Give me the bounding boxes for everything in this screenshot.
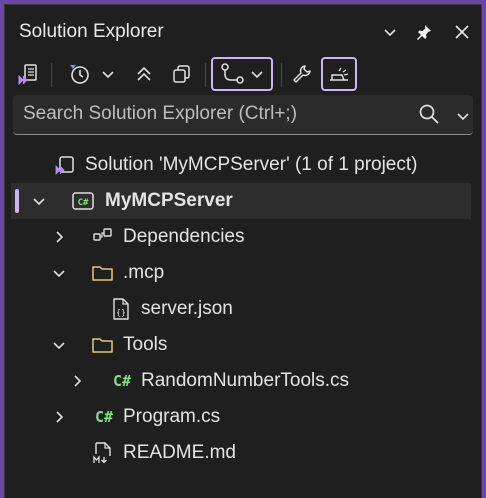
collapse-all-button[interactable] — [129, 57, 159, 91]
chevron-down-icon — [384, 29, 396, 37]
search-options-dropdown[interactable] — [451, 104, 475, 128]
preview-icon — [330, 67, 349, 81]
copy-files-icon — [173, 65, 190, 83]
toolbar-separator — [281, 63, 282, 87]
chevron-down-icon — [457, 113, 469, 121]
folder-open-icon — [91, 333, 115, 357]
toolbar-separator — [205, 63, 206, 87]
chevron-down-icon — [53, 270, 65, 278]
pending-changes-dropdown[interactable] — [97, 57, 119, 91]
switch-views-button[interactable] — [13, 57, 43, 91]
tree-item-random-number-tools[interactable]: C# RandomNumberTools.cs — [11, 363, 471, 399]
history-clock-icon — [70, 65, 89, 84]
csharp-project-icon: C# — [71, 189, 95, 213]
tree-item-label: MyMCPServer — [105, 190, 233, 211]
chevron-down-icon — [33, 198, 45, 206]
toolbar-separator — [51, 63, 52, 87]
panel-title: Solution Explorer — [19, 21, 164, 42]
expand-toggle[interactable] — [47, 261, 71, 285]
dependencies-icon — [91, 225, 115, 249]
chevron-down-icon — [53, 342, 65, 350]
tree-item-dependencies[interactable]: Dependencies — [11, 219, 471, 255]
tree-item-label: Dependencies — [123, 226, 245, 247]
tree-item-label: server.json — [141, 298, 233, 319]
collapse-all-icon — [137, 66, 151, 81]
toolbar — [5, 55, 481, 95]
pending-changes-filter-button[interactable] — [63, 57, 95, 91]
expand-toggle[interactable] — [27, 189, 51, 213]
svg-text:{}: {} — [116, 308, 126, 317]
wrench-icon — [293, 65, 311, 83]
tree-item-mcp-folder[interactable]: .mcp — [11, 255, 471, 291]
json-file-icon: {} — [109, 297, 133, 321]
expand-toggle[interactable] — [47, 405, 71, 429]
close-icon — [455, 25, 469, 39]
csharp-file-icon: C# — [94, 408, 114, 426]
search-button[interactable] — [417, 102, 443, 128]
tree-item-label: RandomNumberTools.cs — [141, 370, 350, 391]
search-box — [13, 95, 473, 135]
expand-toggle[interactable] — [47, 333, 71, 357]
tree-item-label: .mcp — [123, 262, 165, 283]
solution-icon — [53, 153, 77, 177]
show-all-files-button[interactable] — [167, 57, 197, 91]
svg-text:C#: C# — [78, 198, 89, 208]
tree-item-label: Program.cs — [123, 406, 221, 427]
expand-toggle[interactable] — [47, 225, 71, 249]
pin-button[interactable] — [411, 19, 437, 45]
tree-item-label: Tools — [123, 334, 168, 355]
chevron-right-icon — [74, 375, 82, 387]
search-input[interactable] — [13, 95, 403, 133]
tree-item-program-cs[interactable]: C# Program.cs — [11, 399, 471, 435]
chevron-right-icon — [56, 411, 64, 423]
chevron-down-icon — [102, 71, 114, 79]
tree-item-solution[interactable]: Solution 'MyMCPServer' (1 of 1 project) — [11, 147, 471, 183]
solution-explorer-panel: Solution Explorer Search Solution Explor… — [4, 4, 482, 498]
chevron-right-icon — [56, 231, 64, 243]
pin-icon — [417, 25, 431, 40]
csharp-file-icon: C# — [112, 372, 132, 390]
markdown-file-icon — [91, 441, 115, 465]
selection-indicator — [15, 189, 19, 213]
tree-item-label: README.md — [123, 442, 236, 463]
search-icon — [419, 104, 439, 124]
branch-sync-icon — [221, 63, 244, 84]
title-bar: Solution Explorer — [5, 5, 481, 57]
chevron-down-icon — [251, 71, 263, 79]
switch-views-icon — [18, 64, 37, 86]
sync-with-active-document-button[interactable] — [211, 57, 273, 91]
properties-button[interactable] — [287, 57, 317, 91]
folder-open-icon — [91, 261, 115, 285]
tree-item-readme[interactable]: README.md — [11, 435, 471, 471]
tree-item-server-json[interactable]: {} server.json — [11, 291, 471, 327]
close-button[interactable] — [449, 19, 475, 45]
tree-item-tools-folder[interactable]: Tools — [11, 327, 471, 363]
tree-item-project[interactable]: C# MyMCPServer — [11, 183, 471, 219]
expand-toggle[interactable] — [65, 369, 89, 393]
window-position-dropdown[interactable] — [377, 19, 403, 45]
preview-selected-items-button[interactable] — [321, 57, 357, 91]
tree-item-label: Solution 'MyMCPServer' (1 of 1 project) — [85, 154, 418, 175]
